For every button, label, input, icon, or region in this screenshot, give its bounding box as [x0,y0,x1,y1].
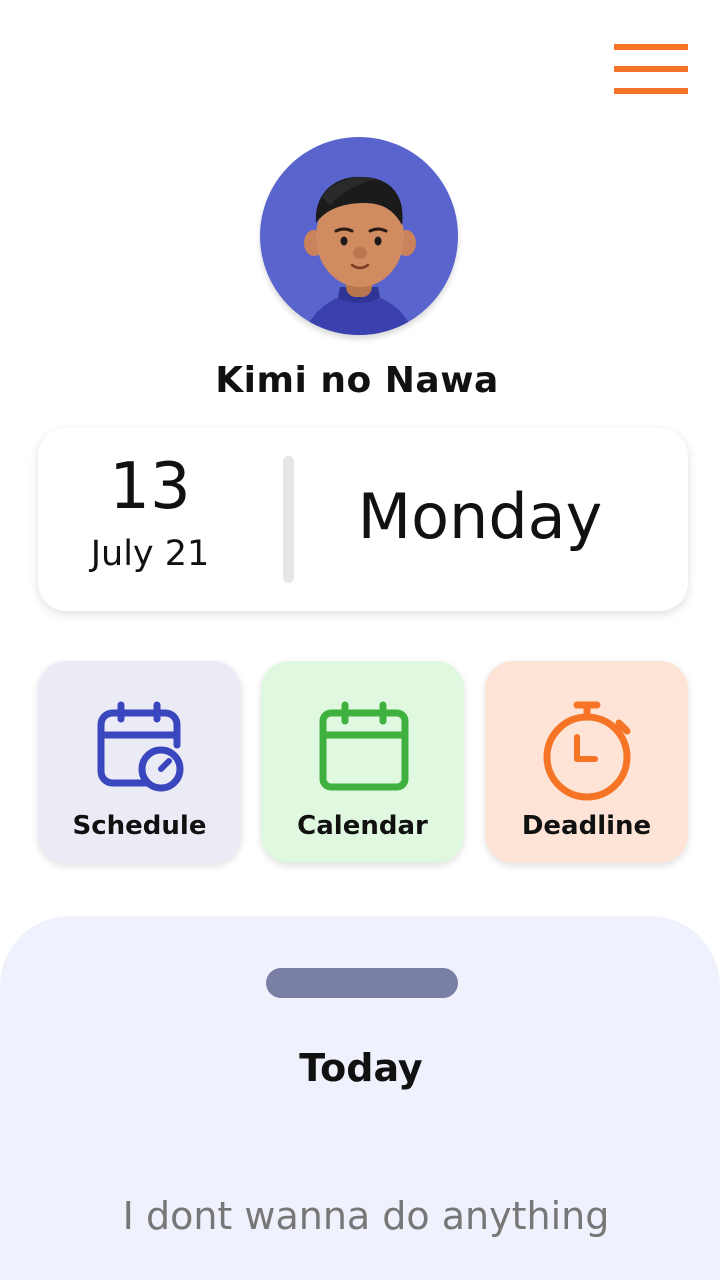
calendar-label: Calendar [297,811,428,841]
today-empty-text: I dont wanna do anything [122,1194,610,1238]
menu-bar-top [614,44,688,50]
date-divider [283,456,294,583]
today-title: Today [299,1046,423,1090]
menu-bar-middle [614,66,688,72]
date-weekday: Monday [357,480,603,553]
schedule-button[interactable]: Schedule [38,661,241,863]
calendar-clock-icon [97,701,183,792]
calendar-icon [319,701,408,791]
home-screen: Kimi no Nawa 13 July 21 Monday Schedule … [0,0,720,1280]
stopwatch-icon [543,701,630,801]
avatar[interactable] [260,137,458,335]
menu-bar-bottom [614,88,688,94]
deadline-label: Deadline [521,811,652,841]
date-month-year: July 21 [90,534,210,574]
calendar-button[interactable]: Calendar [261,661,464,863]
date-day-number: 13 [109,450,191,524]
schedule-label: Schedule [72,811,207,841]
today-sheet: Today I dont wanna do anything [0,916,720,1280]
date-card: 13 July 21 Monday [38,428,688,611]
sheet-drag-handle[interactable] [266,968,458,998]
deadline-button[interactable]: Deadline [485,661,688,863]
person-avatar-icon [304,176,416,335]
hamburger-menu-icon[interactable] [614,44,688,94]
user-name: Kimi no Nawa [215,360,499,401]
